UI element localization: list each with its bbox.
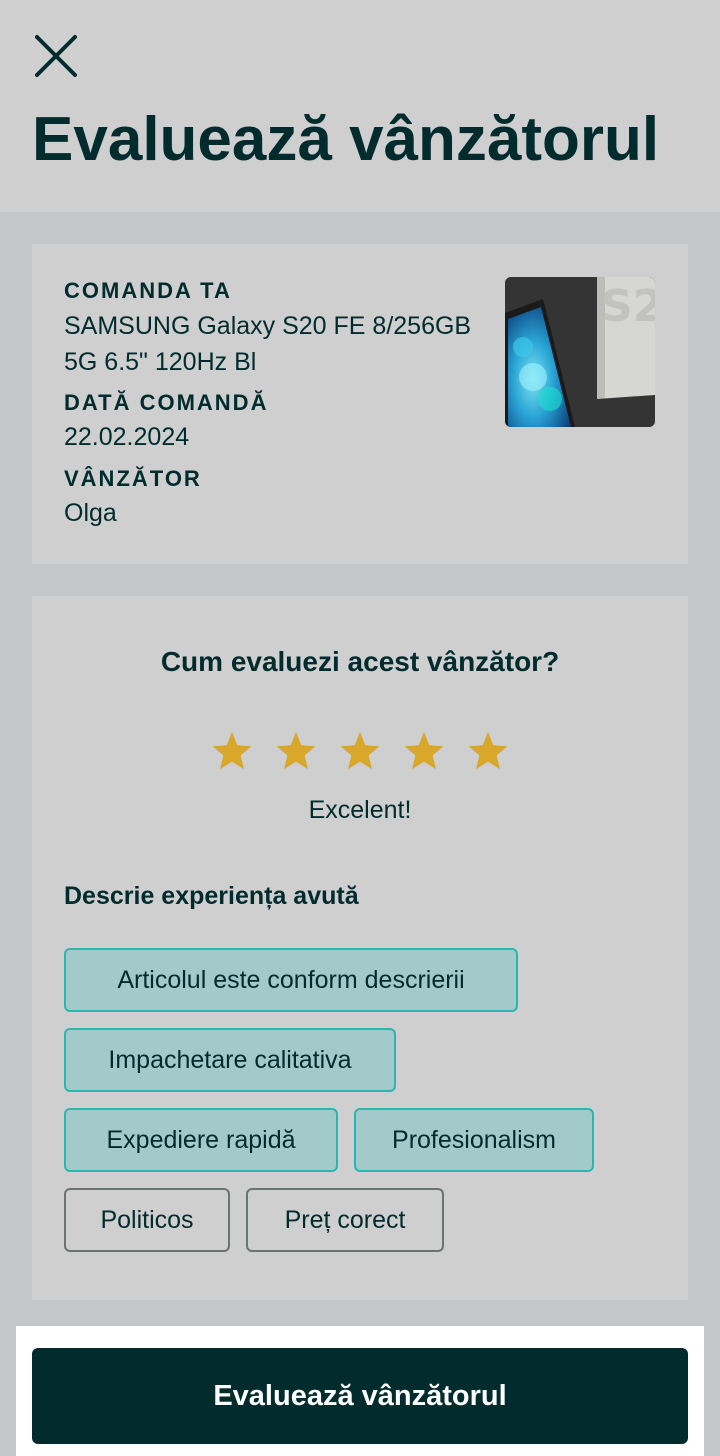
submit-button-label: Evaluează vânzătorul: [213, 1379, 507, 1412]
chip-fair-price[interactable]: Preț corect: [246, 1188, 444, 1252]
chip-fast-shipping[interactable]: Expediere rapidă: [64, 1108, 338, 1172]
product-name-line2: 5G 6.5" 120Hz Bl: [64, 348, 257, 376]
submit-rating-button[interactable]: Evaluează vânzătorul: [32, 1348, 688, 1444]
order-label: COMANDA TA: [64, 278, 232, 303]
page-title: Evaluează vânzătorul: [32, 105, 660, 174]
chip-quality-packaging[interactable]: Impachetare calitativa: [64, 1028, 396, 1092]
product-name-line1: SAMSUNG Galaxy S20 FE 8/256GB: [64, 312, 472, 340]
star-icon[interactable]: [210, 730, 254, 774]
chip-professionalism[interactable]: Profesionalism: [354, 1108, 594, 1172]
rating-card: Cum evaluezi acest vânzător? Excelent! D…: [32, 596, 688, 1300]
seller-label: VÂNZĂTOR: [64, 466, 202, 491]
seller-name: Olga: [64, 499, 117, 527]
star-icon[interactable]: [402, 730, 446, 774]
close-button[interactable]: [28, 28, 84, 84]
rating-question: Cum evaluezi acest vânzător?: [160, 646, 560, 677]
star-icon[interactable]: [338, 730, 382, 774]
rate-seller-page: Evaluează vânzătorul COMANDA TA SAMSUNG …: [0, 0, 720, 1456]
header: Evaluează vânzătorul: [0, 0, 720, 212]
chip-label: Politicos: [100, 1205, 194, 1234]
experience-title: Descrie experiența avută: [64, 882, 359, 910]
order-date-label: DATĂ COMANDĂ: [64, 390, 269, 415]
star-icon[interactable]: [274, 730, 318, 774]
product-image: S2: [505, 277, 655, 427]
svg-text:S2: S2: [601, 281, 655, 332]
chip-label: Articolul este conform descrierii: [117, 965, 465, 994]
star-icon[interactable]: [466, 730, 510, 774]
order-date-value: 22.02.2024: [64, 423, 190, 451]
chip-label: Profesionalism: [392, 1125, 556, 1154]
rating-label: Excelent!: [308, 796, 412, 824]
chip-label: Impachetare calitativa: [108, 1045, 352, 1074]
chip-label: Preț corect: [284, 1205, 406, 1234]
close-icon: [35, 35, 77, 77]
order-summary-card: COMANDA TA SAMSUNG Galaxy S20 FE 8/256GB…: [32, 244, 688, 564]
star-rating: [32, 730, 688, 774]
chip-as-described[interactable]: Articolul este conform descrierii: [64, 948, 518, 1012]
chip-polite[interactable]: Politicos: [64, 1188, 230, 1252]
chip-label: Expediere rapidă: [106, 1125, 296, 1154]
